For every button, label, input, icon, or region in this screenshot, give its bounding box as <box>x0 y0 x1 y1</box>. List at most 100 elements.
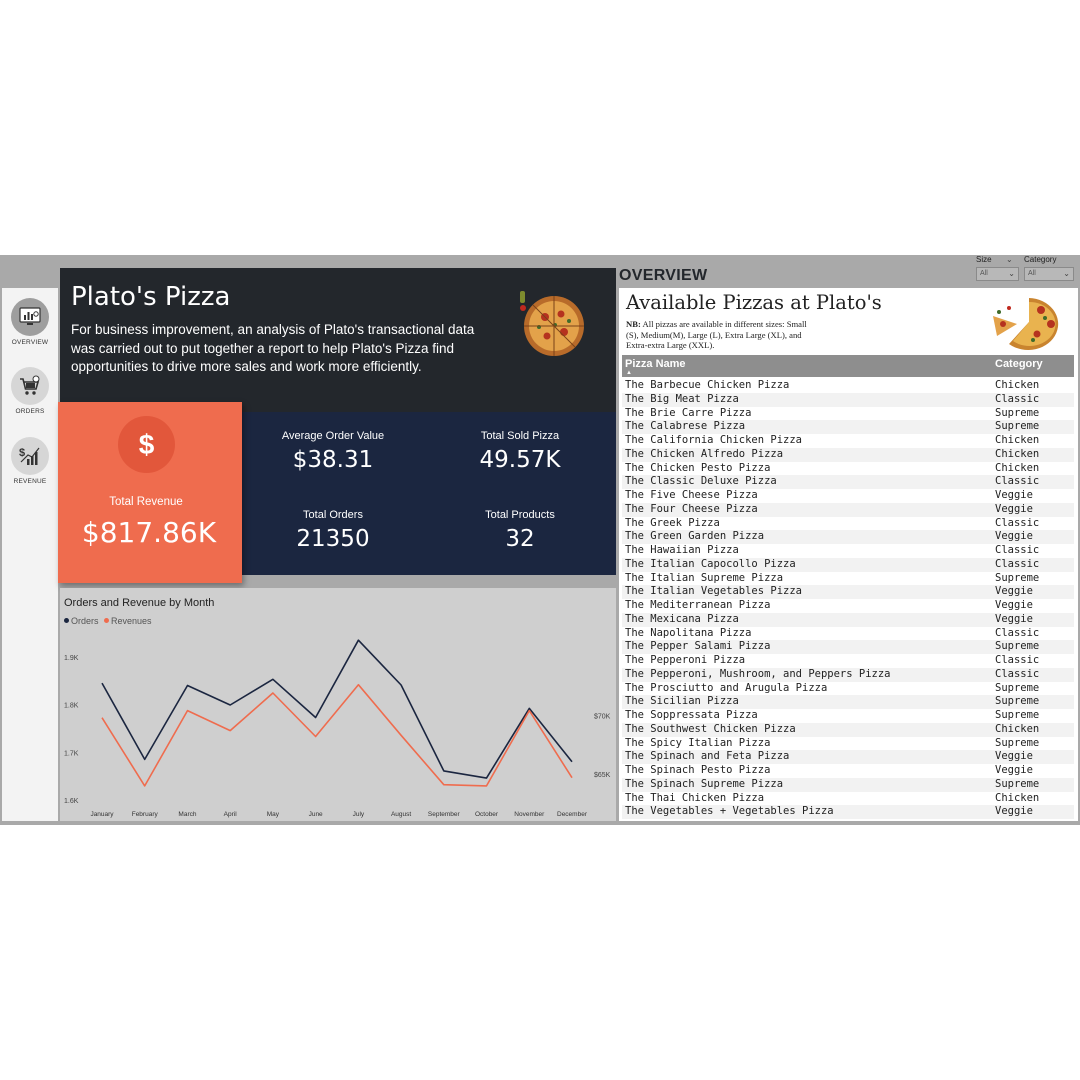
column-header-category[interactable]: Category <box>995 358 1043 370</box>
orders-revenue-chart: 1.6K 1.7K 1.8K 1.9K $65K $70K January February M… <box>60 588 616 821</box>
table-row[interactable]: The Spinach Pesto Pizza Veggie <box>622 764 1074 778</box>
sidebar-item-label: ORDERS <box>15 408 45 415</box>
table-row[interactable]: The Mexicana Pizza Veggie <box>622 612 1074 627</box>
x-tick-label: June <box>309 811 323 818</box>
y-left-tick-label: 1.7K <box>64 750 79 757</box>
sidebar-item-overview[interactable]: OVERVIEW <box>2 298 58 346</box>
monitor-chart-icon <box>19 307 41 325</box>
shopping-cart-icon <box>20 375 40 395</box>
kpi-total-orders: Total Orders 21350 <box>238 509 428 552</box>
cell-pizza-name: The Barbecue Chicken Pizza <box>625 379 790 391</box>
kpi-value: 21350 <box>296 526 370 552</box>
table-row[interactable]: The Green Garden Pizza Veggie <box>622 530 1074 544</box>
sidebar-item-revenue[interactable]: $ REVENUE <box>2 437 58 485</box>
y-left-tick-label: 1.8K <box>64 703 79 710</box>
table-row[interactable]: The Five Cheese Pizza Veggie <box>622 489 1074 503</box>
cell-category: Veggie <box>995 599 1033 611</box>
cell-category: Chicken <box>995 722 1040 735</box>
table-row[interactable]: The Chicken Pesto Pizza Chicken <box>622 462 1074 476</box>
cell-pizza-name: The Italian Vegetables Pizza <box>625 585 803 598</box>
table-row[interactable]: The Italian Vegetables Pizza Veggie <box>622 585 1074 599</box>
table-row[interactable]: The Sicilian Pizza Supreme <box>622 695 1074 709</box>
table-row[interactable]: The California Chicken Pizza Chicken <box>622 434 1074 448</box>
cell-pizza-name: The Pepper Salami Pizza <box>625 640 771 653</box>
cell-pizza-name: The Calabrese Pizza <box>625 420 746 433</box>
x-tick-label: August <box>391 811 411 818</box>
table-row[interactable]: The Chicken Alfredo Pizza Chicken <box>622 447 1074 462</box>
cell-category: Veggie <box>995 805 1033 818</box>
cell-category: Classic <box>995 544 1040 556</box>
cell-category: Classic <box>995 516 1040 529</box>
table-row[interactable]: The Four Cheese Pizza Veggie <box>622 502 1074 517</box>
table-row[interactable]: The Brie Carre Pizza Supreme <box>622 407 1074 421</box>
pizza-slice-icon <box>993 298 1059 350</box>
y-left-tick-label: 1.9K <box>64 655 79 662</box>
kpi-label: Total Revenue <box>109 496 183 508</box>
cell-pizza-name: The Napolitana Pizza <box>625 626 752 639</box>
slicer-value: All <box>1028 270 1036 277</box>
legend-entry-orders: Orders <box>71 616 99 626</box>
table-row[interactable]: The Spicy Italian Pizza Supreme <box>622 737 1074 751</box>
dollar-icon: $ <box>118 416 175 473</box>
table-row[interactable]: The Italian Capocollo Pizza Classic <box>622 557 1074 572</box>
kpi-value: $817.86K <box>81 516 217 549</box>
sidebar-item-orders[interactable]: ORDERS <box>2 367 58 415</box>
table-row[interactable]: The Classic Deluxe Pizza Classic <box>622 475 1074 489</box>
table-row[interactable]: The Barbecue Chicken Pizza Chicken <box>622 379 1074 393</box>
y-right-tick-label: $70K <box>594 713 611 720</box>
x-tick-label: April <box>224 811 238 818</box>
cell-pizza-name: The Italian Supreme Pizza <box>625 571 784 584</box>
table-row[interactable]: The Thai Chicken Pizza Chicken <box>622 792 1074 806</box>
kpi-value: 32 <box>505 526 535 552</box>
chart-legend: Orders Revenues <box>64 616 152 626</box>
cell-pizza-name: The Brie Carre Pizza <box>625 406 752 419</box>
chevron-down-icon: ⌄ <box>1006 255 1013 264</box>
table-row[interactable]: The Mediterranean Pizza Veggie <box>622 599 1074 613</box>
table-row[interactable]: The Pepper Salami Pizza Supreme <box>622 640 1074 654</box>
category-slicer[interactable]: Category All ⌄ <box>1024 255 1074 281</box>
column-header-pizza-name[interactable]: Pizza Name <box>625 358 686 370</box>
table-row[interactable]: The Southwest Chicken Pizza Chicken <box>622 722 1074 737</box>
table-row[interactable]: The Greek Pizza Classic <box>622 517 1074 531</box>
cell-category: Supreme <box>995 406 1040 419</box>
cell-category: Chicken <box>995 791 1040 804</box>
cell-category: Supreme <box>995 736 1040 749</box>
cell-pizza-name: The Vegetables + Vegetables Pizza <box>625 805 834 818</box>
cell-category: Supreme <box>995 709 1040 721</box>
table-row[interactable]: The Vegetables + Vegetables Pizza Veggie <box>622 805 1074 819</box>
x-tick-label: November <box>514 811 545 818</box>
size-slicer[interactable]: Size ⌄ All ⌄ <box>976 255 1019 281</box>
table-body: The Barbecue Chicken Pizza Chicken The Big… <box>622 379 1074 819</box>
cell-category: Classic <box>995 557 1040 570</box>
size-dropdown[interactable]: All ⌄ <box>976 267 1019 281</box>
table-row[interactable]: The Spinach and Feta Pizza Veggie <box>622 750 1074 764</box>
table-row[interactable]: The Napolitana Pizza Classic <box>622 627 1074 641</box>
cell-category: Chicken <box>995 461 1040 474</box>
table-row[interactable]: The Prosciutto and Arugula Pizza Supreme <box>622 682 1074 696</box>
table-row[interactable]: The Pepperoni, Mushroom, and Peppers Piz… <box>622 667 1074 682</box>
table-row[interactable]: The Italian Supreme Pizza Supreme <box>622 572 1074 586</box>
kpi-average-order-value: Average Order Value $38.31 <box>238 430 428 473</box>
table-row[interactable]: The Soppressata Pizza Supreme <box>622 709 1074 723</box>
cell-pizza-name: The Spinach and Feta Pizza <box>625 750 790 763</box>
cell-pizza-name: The Chicken Pesto Pizza <box>625 461 771 474</box>
cell-category: Veggie <box>995 612 1033 625</box>
table-row[interactable]: The Hawaiian Pizza Classic <box>622 544 1074 558</box>
total-revenue-card: $ Total Revenue $817.86K <box>58 402 242 583</box>
cell-pizza-name: The Sicilian Pizza <box>625 695 739 708</box>
sidebar-item-label: OVERVIEW <box>11 339 49 346</box>
cell-pizza-name: The Five Cheese Pizza <box>625 489 758 501</box>
cell-pizza-name: The California Chicken Pizza <box>625 434 803 446</box>
cell-category: Veggie <box>995 530 1033 543</box>
table-row[interactable]: The Big Meat Pizza Classic <box>622 392 1074 407</box>
cell-category: Chicken <box>995 434 1040 446</box>
cell-category: Veggie <box>995 750 1033 763</box>
pizza-table-panel: Available Pizzas at Plato's NB: All pizz… <box>619 288 1078 821</box>
table-row[interactable]: The Pepperoni Pizza Classic <box>622 654 1074 668</box>
category-dropdown[interactable]: All ⌄ <box>1024 267 1074 281</box>
table-row[interactable]: The Calabrese Pizza Supreme <box>622 420 1074 434</box>
sort-ascending-icon[interactable]: ▲ <box>626 370 632 376</box>
table-row[interactable]: The Spinach Supreme Pizza Supreme <box>622 777 1074 792</box>
y-left-tick-label: 1.6K <box>64 798 79 805</box>
kpi-label: Total Products <box>485 509 555 521</box>
